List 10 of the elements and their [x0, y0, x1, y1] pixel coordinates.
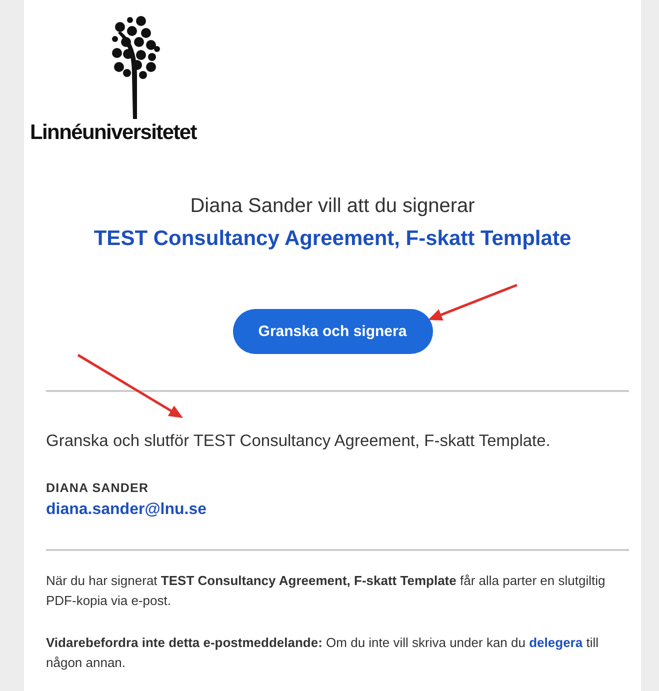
document-title: TEST Consultancy Agreement, F-skatt Template	[92, 227, 572, 251]
intro-text: Granska och slutför TEST Consultancy Agreement, F-skatt Template.	[46, 432, 552, 451]
request-heading: Diana Sander vill att du signerar	[189, 195, 476, 218]
review-sign-button[interactable]: Granska och signera	[232, 309, 432, 354]
university-logo-text: Linnéuniversitetet	[30, 121, 196, 145]
note-paragraph: När du har signerat TEST Consultancy Agreement, F-skatt Template får alla parter en slutgiltig PDF-kopia via e-post.	[46, 572, 606, 610]
warning-paragraph: Vidarebefordra inte detta e-postmeddelande: Om du inte vill skriva under kan du delegera till någon annan.	[46, 634, 600, 672]
delegate-link[interactable]: delegera	[529, 635, 583, 650]
sender-email-link[interactable]: diana.sander@lnu.se	[46, 501, 207, 519]
sender-name: DIANA SANDER	[46, 481, 150, 495]
